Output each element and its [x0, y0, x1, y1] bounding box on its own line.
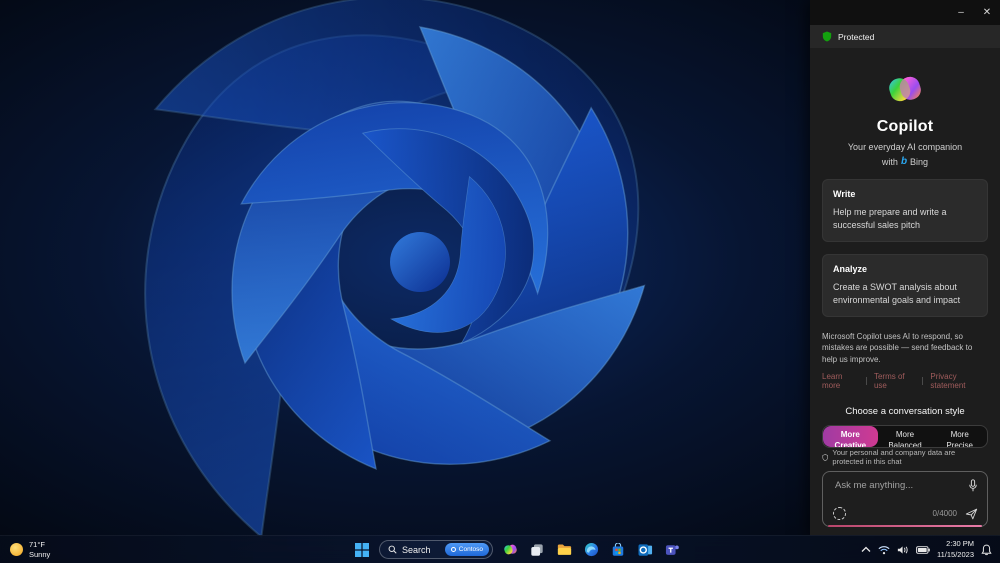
battery-icon[interactable] [916, 545, 930, 554]
microsoft-store-icon[interactable] [608, 540, 628, 560]
panel-body: Copilot Your everyday AI companion with … [810, 48, 1000, 536]
add-image-icon[interactable] [833, 507, 846, 520]
copilot-logo-icon [886, 70, 924, 108]
terms-of-use-link[interactable]: Terms of use [874, 372, 916, 390]
bing-label: Bing [910, 156, 929, 167]
tray-date: 11/15/2023 [937, 549, 974, 559]
send-icon[interactable] [965, 508, 978, 520]
panel-titlebar: – ✕ [810, 0, 1000, 25]
search-label: Search [402, 544, 431, 555]
weather-widget[interactable]: 71°F Sunny [10, 536, 50, 563]
badge-icon [450, 547, 456, 552]
close-button[interactable]: ✕ [974, 0, 1000, 25]
sunny-weather-icon [10, 543, 23, 556]
search-icon [388, 545, 397, 554]
style-more-creative[interactable]: More Creative [823, 425, 878, 447]
protected-status-bar[interactable]: Protected [810, 25, 1000, 48]
suggestion-card-write[interactable]: Write Help me prepare and write a succes… [822, 179, 988, 243]
divider [922, 376, 924, 385]
teams-icon[interactable] [662, 540, 682, 560]
chat-input-box[interactable]: 0/4000 [822, 471, 988, 527]
chat-input[interactable] [833, 479, 959, 492]
card-body: Create a SWOT analysis about environment… [833, 282, 961, 306]
shield-outline-icon [822, 453, 828, 461]
copilot-panel: – ✕ Protected Copilot Your everyday AI c… [810, 0, 1000, 536]
edge-browser-icon[interactable] [581, 540, 601, 560]
weather-temp: 71°F [29, 539, 45, 549]
suggestion-card-analyze[interactable]: Analyze Create a SWOT analysis about env… [822, 254, 988, 318]
shield-protected-icon [822, 31, 832, 42]
protected-label: Protected [838, 31, 875, 42]
input-toolbar: 0/4000 [833, 507, 978, 520]
desktop-screen: – ✕ Protected Copilot Your everyday AI c… [0, 0, 1000, 563]
tray-chevron-up-icon[interactable] [861, 546, 871, 553]
notification-bell-icon[interactable] [981, 544, 992, 556]
speaker-icon[interactable] [897, 545, 909, 555]
with-label: with [881, 156, 898, 167]
divider [866, 376, 867, 385]
card-title: Analyze [833, 264, 868, 275]
search-contoso-badge[interactable]: Contoso [444, 543, 489, 556]
weather-condition: Sunny [29, 549, 51, 559]
bing-icon: b [900, 156, 908, 167]
microphone-icon[interactable] [968, 479, 978, 492]
card-body: Help me prepare and write a successful s… [833, 207, 947, 231]
copilot-title: Copilot [876, 118, 934, 135]
task-view-icon[interactable] [527, 540, 547, 560]
legal-links-row: Learn more Terms of use Privacy statemen… [822, 372, 988, 390]
tray-time: 2:30 PM [946, 539, 974, 549]
card-title: Write [833, 189, 856, 199]
style-more-precise[interactable]: More Precise [932, 426, 987, 447]
outlook-icon[interactable] [635, 540, 655, 560]
conversation-style-selector: More Creative More Balanced More Precise [822, 424, 988, 448]
input-accent-underline [828, 525, 982, 527]
char-counter: 0/4000 [932, 509, 957, 518]
wifi-icon[interactable] [878, 545, 890, 555]
learn-more-link[interactable]: Learn more [822, 372, 859, 390]
windows-logo-icon [355, 542, 369, 557]
minimize-button[interactable]: – [948, 0, 974, 25]
clock-widget[interactable]: 2:30 PM 11/15/2023 [937, 539, 974, 559]
privacy-statement-link[interactable]: Privacy statement [930, 372, 988, 390]
file-explorer-icon[interactable] [554, 540, 574, 560]
style-more-balanced[interactable]: More Balanced [878, 426, 933, 447]
conversation-style-heading: Choose a conversation style [845, 405, 965, 417]
ai-disclaimer-text: Microsoft Copilot uses AI to respond, so… [822, 332, 973, 364]
with-bing-row: with b Bing [822, 156, 988, 167]
start-button[interactable] [352, 540, 372, 560]
taskbar-center: Search Contoso [352, 536, 682, 563]
taskbar-search-box[interactable]: Search Contoso [379, 540, 493, 559]
copilot-subtitle: Your everyday AI companion [847, 142, 963, 152]
data-protection-note: Your personal and company data are prote… [822, 448, 988, 466]
system-tray: 2:30 PM 11/15/2023 [861, 536, 992, 563]
taskbar-copilot-icon[interactable] [500, 540, 520, 560]
taskbar: 71°F Sunny Search Contoso 2:30 PM 11/15/… [0, 535, 1000, 563]
